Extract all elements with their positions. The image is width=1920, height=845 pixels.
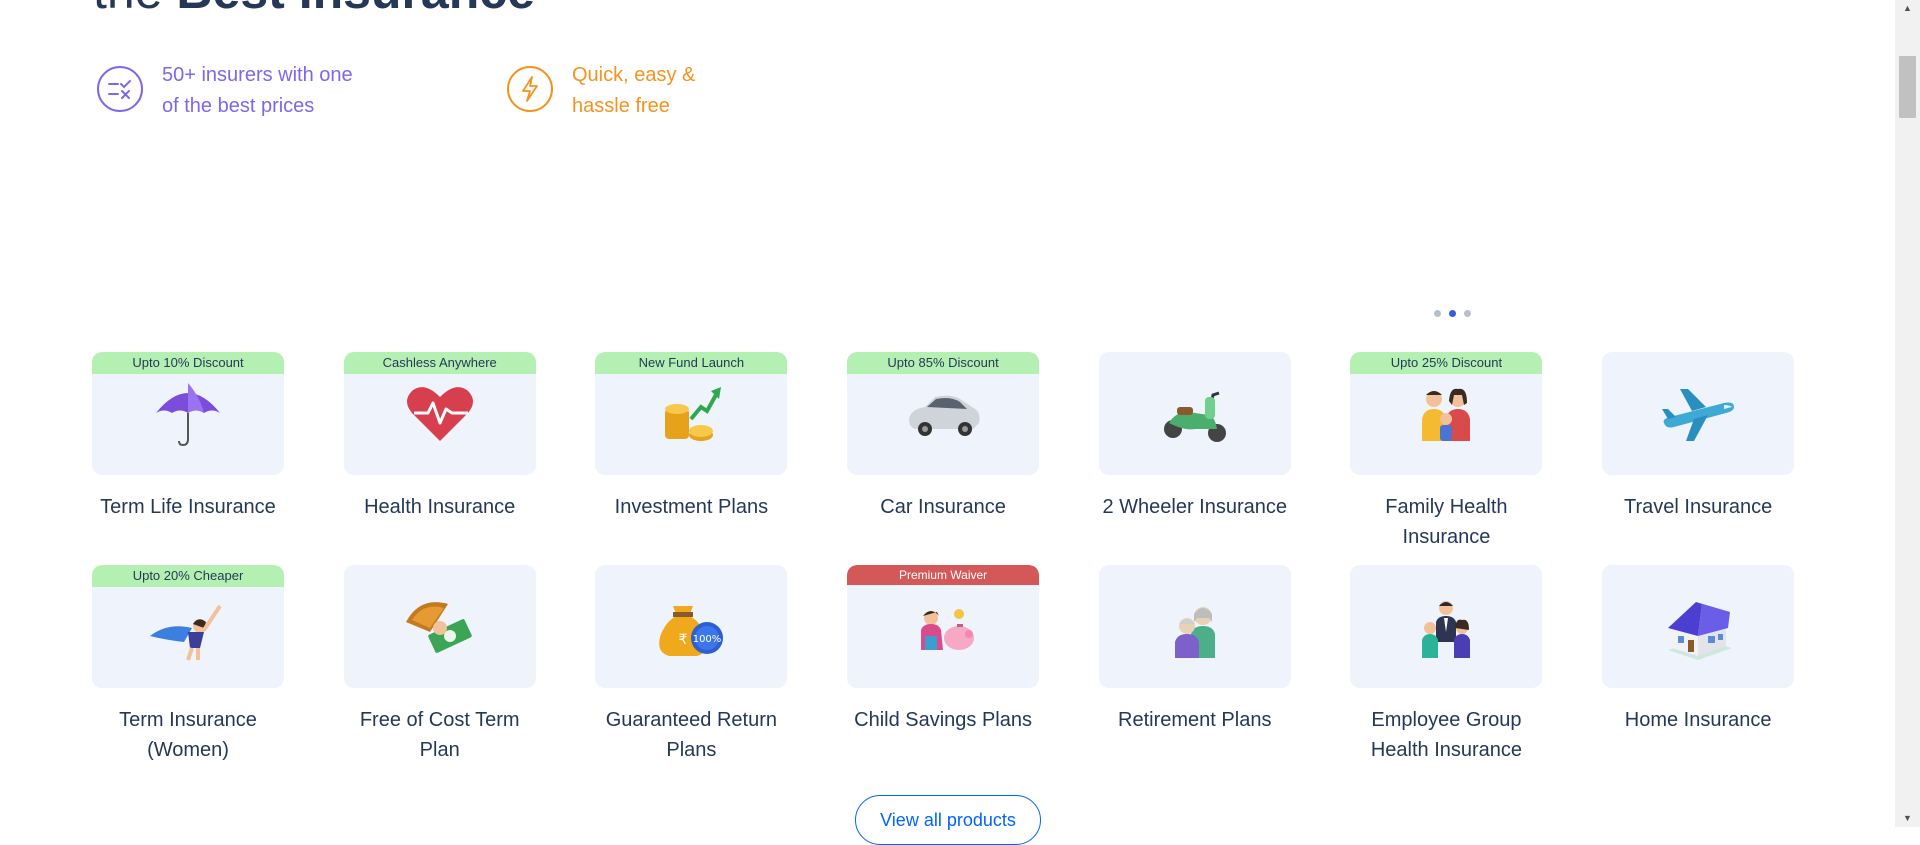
feature-line-1: Quick, easy & xyxy=(572,64,696,86)
compare-check-icon xyxy=(97,66,143,112)
product-card[interactable] xyxy=(1098,565,1291,688)
scooter-icon xyxy=(1163,391,1226,442)
feature-line-2: of the best prices xyxy=(162,95,315,117)
discount-badge: Upto 85% Discount xyxy=(847,352,1040,374)
heading-light-text: the xyxy=(93,0,163,19)
superwoman-icon xyxy=(150,604,222,661)
product-guaranteed-return[interactable]: ₹ 100% Guaranteed Return Plans xyxy=(595,565,788,761)
product-label[interactable]: Guaranteed Return Plans xyxy=(595,705,787,765)
product-label[interactable]: Health Insurance xyxy=(344,492,536,522)
feature-quick-easy: Quick, easy & hassle free xyxy=(507,60,802,122)
vertical-scrollbar[interactable]: ▲ ▼ xyxy=(1895,0,1920,827)
product-home[interactable]: Home Insurance xyxy=(1602,565,1795,758)
feature-line-2: hassle free xyxy=(572,95,670,117)
premium-waiver-badge: Premium Waiver xyxy=(847,565,1040,585)
product-label[interactable]: Retirement Plans xyxy=(1099,705,1291,735)
carousel-dot[interactable] xyxy=(1434,310,1441,317)
feature-text: 50+ insurers with one of the best prices xyxy=(162,60,392,122)
product-label[interactable]: Car Insurance xyxy=(847,492,1039,522)
airplane-icon xyxy=(1662,389,1735,441)
product-card[interactable]: Upto 10% Discount xyxy=(92,352,284,475)
product-card[interactable]: Premium Waiver xyxy=(847,565,1040,688)
svg-text:100%: 100% xyxy=(693,634,722,645)
product-investment[interactable]: New Fund Launch Investment Plans xyxy=(595,352,788,545)
product-card[interactable]: Cashless Anywhere xyxy=(343,352,536,475)
product-label[interactable]: Investment Plans xyxy=(595,492,787,522)
scrollbar-thumb[interactable] xyxy=(1899,56,1916,118)
product-card[interactable] xyxy=(1602,565,1795,688)
heading-bold-text: Best Insurance xyxy=(176,0,534,19)
product-health[interactable]: Cashless Anywhere Health Insurance xyxy=(343,352,536,545)
product-car[interactable]: Upto 85% Discount Car Insurance xyxy=(847,352,1040,545)
family-icon xyxy=(1422,388,1471,441)
product-card[interactable]: Upto 85% Discount xyxy=(847,352,1040,475)
product-label[interactable]: Free of Cost Term Plan xyxy=(344,705,536,765)
feature-line-1: 50+ insurers with one xyxy=(162,64,353,86)
product-child-savings[interactable]: Premium Waiver Child Savings Plans xyxy=(847,565,1040,758)
heart-pulse-icon xyxy=(406,387,473,441)
product-card[interactable]: Upto 20% Cheaper xyxy=(92,565,284,688)
product-card[interactable] xyxy=(343,565,536,688)
umbrella-money-icon xyxy=(405,602,472,653)
product-label[interactable]: Term Insurance (Women) xyxy=(92,705,284,765)
product-card[interactable] xyxy=(1350,565,1543,688)
elderly-couple-icon xyxy=(1174,607,1215,658)
product-label[interactable]: Child Savings Plans xyxy=(847,705,1039,735)
discount-badge: Upto 10% Discount xyxy=(92,352,284,374)
child-piggy-bank-icon xyxy=(921,609,975,650)
lightning-icon xyxy=(507,66,553,112)
product-card[interactable]: Upto 25% Discount xyxy=(1350,352,1543,475)
feature-best-prices: 50+ insurers with one of the best prices xyxy=(97,60,392,122)
product-family-health[interactable]: Upto 25% Discount Family Health Insuranc… xyxy=(1350,352,1543,548)
product-card[interactable] xyxy=(1098,352,1291,475)
product-travel[interactable]: Travel Insurance xyxy=(1602,352,1795,545)
money-bag-100-icon: ₹ 100% xyxy=(659,606,724,656)
svg-text:₹: ₹ xyxy=(679,632,688,648)
view-all-products-button[interactable]: View all products xyxy=(855,795,1041,845)
product-label[interactable]: Travel Insurance xyxy=(1602,492,1794,522)
product-label[interactable]: Family Health Insurance xyxy=(1350,492,1542,552)
product-free-term[interactable]: Free of Cost Term Plan xyxy=(343,565,536,761)
product-grid: Upto 10% Discount Term Life Insurance Ca… xyxy=(92,352,1798,761)
product-employee-group-health[interactable]: Employee Group Health Insurance xyxy=(1350,565,1543,761)
feature-text: Quick, easy & hassle free xyxy=(572,60,802,122)
product-label[interactable]: 2 Wheeler Insurance xyxy=(1099,492,1291,522)
umbrella-icon xyxy=(156,383,220,447)
coins-growth-icon xyxy=(665,387,722,441)
product-two-wheeler[interactable]: 2 Wheeler Insurance xyxy=(1098,352,1291,545)
product-term-women[interactable]: Upto 20% Cheaper Term Insurance (Women) xyxy=(92,565,284,761)
discount-badge: New Fund Launch xyxy=(595,352,788,374)
carousel-dot-active[interactable] xyxy=(1449,310,1456,317)
product-term-life[interactable]: Upto 10% Discount Term Life Insurance xyxy=(92,352,284,545)
product-label[interactable]: Term Life Insurance xyxy=(92,492,284,522)
discount-badge: Cashless Anywhere xyxy=(343,352,536,374)
scroll-down-arrow-icon[interactable]: ▼ xyxy=(1895,810,1920,827)
carousel-dots xyxy=(1434,310,1471,317)
product-label[interactable]: Employee Group Health Insurance xyxy=(1350,705,1542,765)
product-card[interactable]: ₹ 100% xyxy=(595,565,788,688)
house-icon xyxy=(1668,602,1733,660)
product-retirement[interactable]: Retirement Plans xyxy=(1098,565,1291,758)
product-card[interactable] xyxy=(1602,352,1795,475)
product-label[interactable]: Home Insurance xyxy=(1602,705,1794,735)
discount-badge: Upto 20% Cheaper xyxy=(92,565,284,587)
carousel-dot[interactable] xyxy=(1464,310,1471,317)
discount-badge: Upto 25% Discount xyxy=(1350,352,1543,374)
employee-group-icon xyxy=(1422,601,1471,658)
car-icon xyxy=(909,395,980,436)
page-heading: the Best Insurance xyxy=(93,0,535,20)
product-card[interactable]: New Fund Launch xyxy=(595,352,788,475)
scroll-up-arrow-icon[interactable]: ▲ xyxy=(1895,0,1920,17)
